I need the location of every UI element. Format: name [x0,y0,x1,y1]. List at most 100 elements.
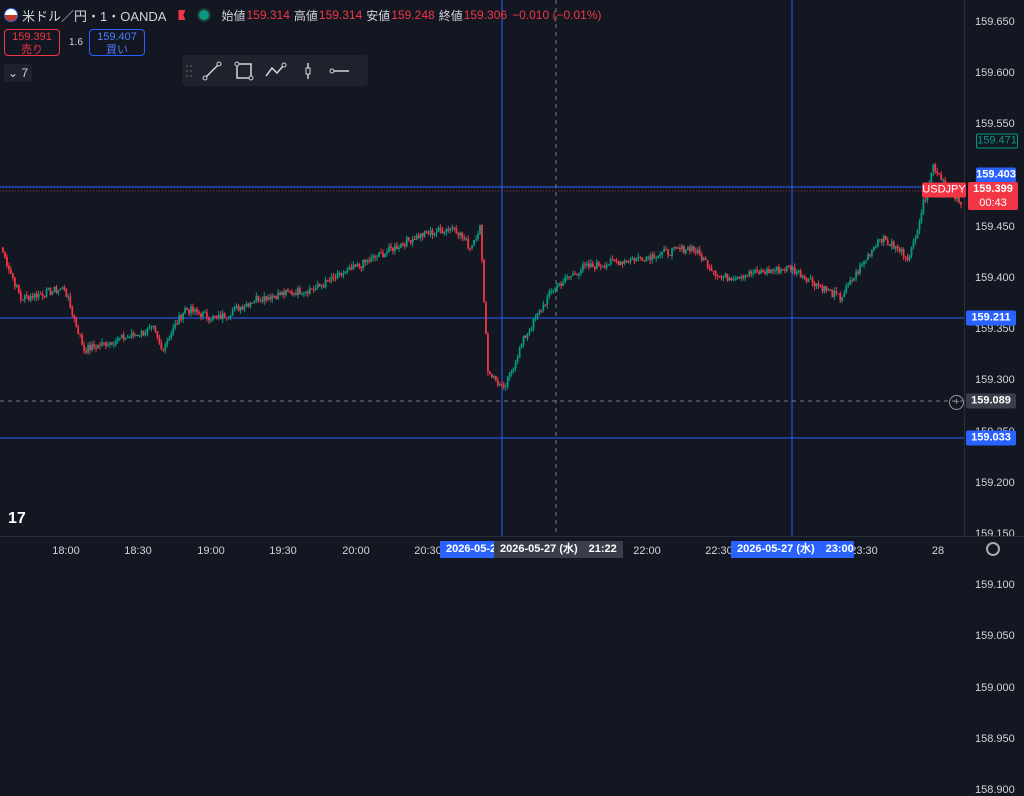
candle [249,302,252,307]
candle [463,237,466,240]
candle [716,275,719,277]
candle [354,264,357,267]
candlestick-chart[interactable] [0,0,964,536]
symbol-title[interactable]: 米ドル／円・1・OANDA [22,6,166,25]
candle [938,173,941,175]
candle [778,266,780,273]
candle [930,172,933,183]
candle [263,296,266,302]
candle [956,197,958,200]
tradingview-logo[interactable]: 17 [8,510,26,528]
chart-pane[interactable] [0,0,964,536]
candle [675,246,677,248]
add-alert-icon[interactable]: + [949,395,964,410]
candle [302,292,305,295]
us-japan-flag-icon [4,8,18,22]
candle [283,292,285,296]
candle [308,288,311,294]
candle [649,256,652,260]
candle [431,230,434,236]
candle [556,285,559,289]
flag-icon[interactable] [178,10,186,20]
candle [878,239,881,241]
sell-label: 売り [21,44,43,56]
candle [150,325,153,328]
candle [859,265,861,274]
candle [843,293,846,298]
price-tick: 159.300 [975,374,1015,387]
path-icon[interactable] [260,57,292,85]
indicators-toggle[interactable]: ⌄ 7 [4,64,32,82]
candle [637,256,640,258]
candle [186,308,188,310]
candle [704,258,707,260]
candle [297,288,299,296]
candle [437,227,440,233]
candle [516,357,519,363]
time-tick: 20:00 [342,545,370,557]
candle [144,333,147,336]
candle [756,269,759,272]
price-axis[interactable]: 159.650159.600159.550159.500159.450159.4… [964,0,1024,796]
long-position-icon[interactable] [292,57,324,85]
buy-button[interactable]: 159.407 買い [89,29,145,56]
candle [31,296,34,298]
candle [601,266,604,268]
candle [512,368,515,371]
candle [312,289,315,291]
candle [352,264,355,270]
trend-line-icon[interactable] [196,57,228,85]
candle [766,268,768,274]
price-tick: 159.400 [975,272,1015,284]
indicators-count: 7 [21,66,29,80]
candle [320,285,323,287]
candle [686,247,689,251]
candle [574,273,576,275]
candle [168,338,171,341]
time-tick: 18:30 [124,545,152,557]
candle [382,252,384,258]
candle [473,239,475,246]
candle [631,258,634,260]
candle [97,344,99,349]
candle [271,295,274,300]
candle [360,266,363,269]
candle [898,248,901,252]
candle [275,296,278,300]
vertical-line-time-tag: 2026-05-2 [440,541,501,558]
candle [348,267,351,270]
candle [397,247,400,249]
candle [217,314,220,318]
settings-icon[interactable] [986,542,1000,556]
candle [781,269,784,271]
candle [17,285,20,293]
buy-label: 買い [106,44,128,56]
candle [847,284,850,286]
candle [152,325,155,327]
drag-handle-icon[interactable] [182,57,196,85]
candle [779,269,782,273]
candle [213,315,216,317]
candle [744,275,747,279]
candle [43,296,46,298]
candle [799,270,802,278]
horizontal-ray-icon[interactable] [324,57,356,85]
chevron-down-icon: ⌄ [7,66,19,80]
candle [641,257,644,261]
sell-button[interactable]: 159.391 売り [4,29,60,56]
candle [797,270,800,272]
candle [833,290,836,297]
candle [845,285,848,294]
rectangle-icon[interactable] [228,57,260,85]
candle [873,247,875,250]
close-label: 終値 [438,8,463,23]
candle [227,316,230,318]
candle [682,245,685,253]
candle [459,232,462,236]
candle [132,332,135,336]
candle [694,250,697,254]
spread-value: 1.6 [69,37,83,48]
candle [362,259,365,269]
candle [825,286,828,291]
candle [548,291,551,297]
